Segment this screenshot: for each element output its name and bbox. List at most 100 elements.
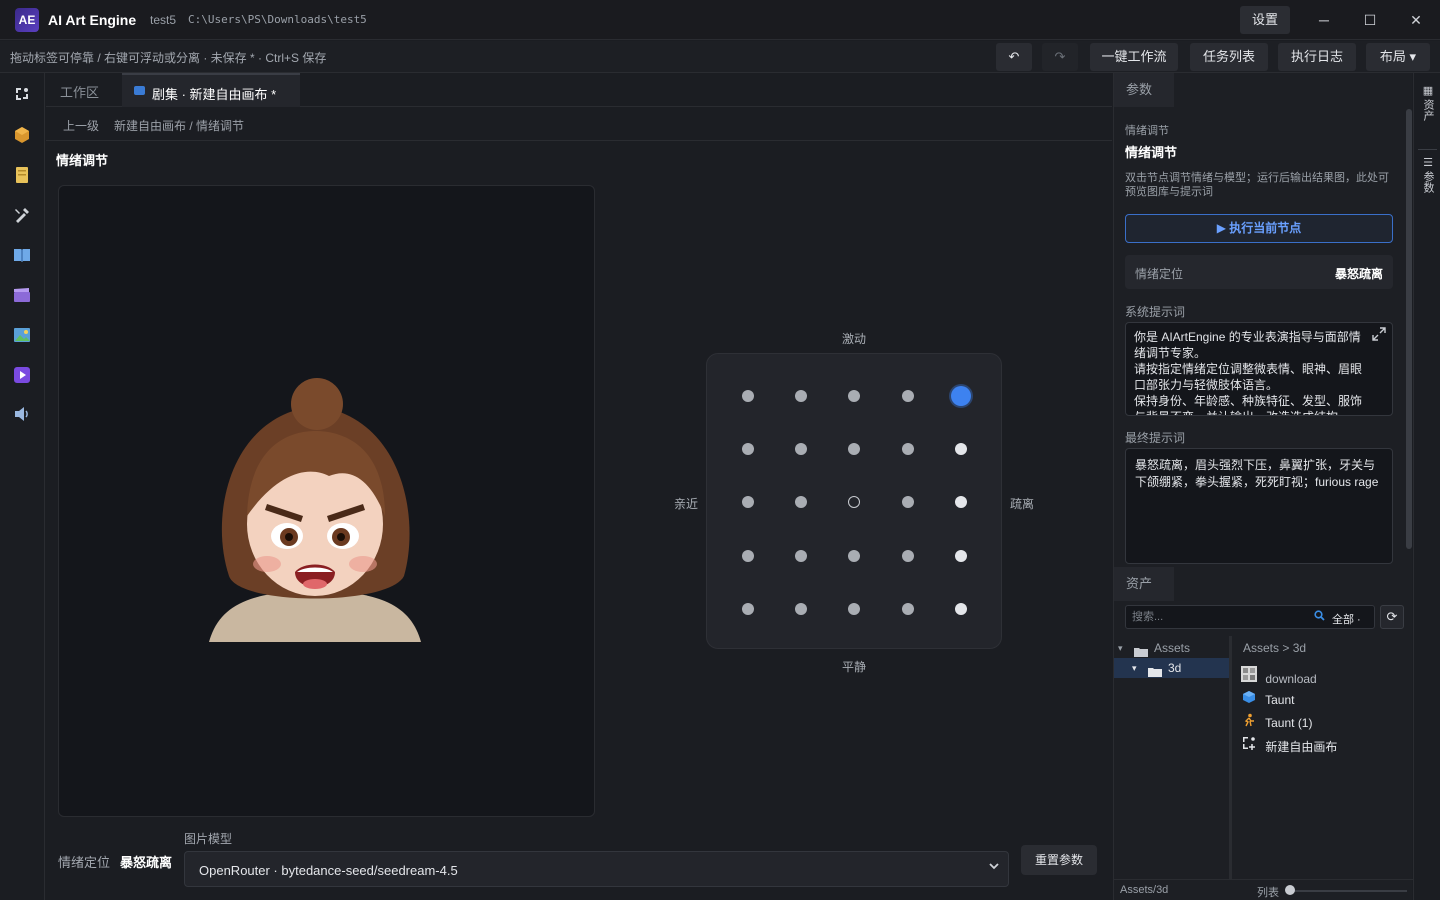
grid-dot[interactable] xyxy=(954,602,967,615)
run-node-button[interactable]: ▶ 执行当前节点 xyxy=(1125,214,1393,243)
package-icon[interactable] xyxy=(10,126,34,150)
final-prompt-label: 最终提示词 xyxy=(1125,431,1186,445)
tab-workspace[interactable]: 工作区 xyxy=(60,82,99,101)
refresh-icon[interactable]: ⟳ xyxy=(1380,605,1404,629)
size-slider-track[interactable] xyxy=(1289,890,1407,892)
title-bar: AE AI Art Engine test5 C:\Users\PS\Downl… xyxy=(0,0,1440,40)
node-description: 双击节点调节情绪与模型；运行后输出结果图，此处可预览图库与提示词 xyxy=(1125,172,1389,198)
grid-dot[interactable] xyxy=(848,549,861,562)
grid-dot[interactable] xyxy=(848,390,861,402)
grid-dot[interactable] xyxy=(848,443,861,456)
settings-button[interactable]: 设置 xyxy=(1240,6,1290,34)
grid-dot[interactable] xyxy=(901,390,914,402)
grid-dot[interactable] xyxy=(742,496,754,509)
params-scrollbar[interactable] xyxy=(1406,109,1412,549)
video-icon[interactable] xyxy=(10,366,34,390)
toolbar: 拖动标签可停靠 / 右键可浮动或分离 · 未保存 * · Ctrl+S 保存 ↶… xyxy=(0,41,1440,73)
emotion-position-row: 情绪定位 暴怒疏离 xyxy=(1125,255,1393,289)
file-item[interactable]: Taunt (1) xyxy=(1240,712,1312,734)
grid-dot[interactable] xyxy=(901,496,914,509)
size-slider-knob[interactable] xyxy=(1285,885,1295,895)
one-click-workflow-button[interactable]: 一键工作流 xyxy=(1090,43,1178,71)
grid-dot[interactable] xyxy=(901,602,914,615)
speaker-icon[interactable] xyxy=(10,406,34,430)
file-item[interactable]: Taunt xyxy=(1240,689,1294,711)
grid-dot[interactable] xyxy=(848,602,861,615)
file-item[interactable]: download xyxy=(1240,665,1317,687)
tree-arrow: ▾ xyxy=(1118,643,1123,653)
search-icon[interactable] xyxy=(1314,610,1325,624)
grid-dot[interactable] xyxy=(954,443,967,456)
book-icon[interactable] xyxy=(10,247,34,271)
image-model-select[interactable]: OpenRouter · bytedance-seed/seedream-4.5 xyxy=(184,851,1009,887)
motion-icon xyxy=(1240,712,1258,734)
emotion-position-row-value: 暴怒疏离 xyxy=(1334,267,1383,281)
redo-button[interactable]: ↷ xyxy=(1042,43,1078,71)
grid-dot-selected[interactable] xyxy=(950,386,971,406)
rail-tab-assets[interactable]: ▦ 资产 xyxy=(1419,85,1437,121)
portrait-image xyxy=(209,378,421,642)
app-name: AI Art Engine xyxy=(48,12,137,28)
final-prompt-textarea[interactable]: 暴怒疏离，眉头强烈下压，鼻翼扩张，牙关与下颌绷紧，拳头握紧，死死盯视；furio… xyxy=(1125,448,1393,564)
grid-dot[interactable] xyxy=(795,390,808,402)
minimize-icon[interactable]: ─ xyxy=(1312,8,1336,32)
clapper-icon[interactable] xyxy=(10,287,34,311)
emotion-grid[interactable] xyxy=(706,353,1002,649)
tab-canvas-label: 剧集 · 新建自由画布 * xyxy=(152,87,277,102)
grid-dot-center[interactable] xyxy=(848,496,861,509)
asset-filter-select[interactable]: 全部 · xyxy=(1332,611,1361,627)
emotion-position-row-label: 情绪定位 xyxy=(1135,267,1184,281)
node-title: 情绪调节 xyxy=(1125,145,1178,160)
tools-icon[interactable] xyxy=(10,206,34,230)
system-prompt-textarea[interactable]: 你是 AIArtEngine 的专业表演指导与面部情绪调节专家。 请按指定情绪定… xyxy=(1125,322,1393,416)
task-list-button[interactable]: 任务列表 xyxy=(1190,43,1268,71)
grid-dot[interactable] xyxy=(742,443,754,456)
grid-dot[interactable] xyxy=(795,443,808,456)
tab-canvas[interactable]: 剧集 · 新建自由画布 * xyxy=(122,73,300,107)
asset-search-input[interactable] xyxy=(1132,609,1312,625)
node-type-label: 情绪调节 xyxy=(1125,125,1169,137)
tree-item-label: Assets xyxy=(1154,641,1191,655)
grid-dot[interactable] xyxy=(795,496,808,509)
far-right-rail: ▦ 资产 ☰ 参数 xyxy=(1413,73,1440,900)
tree-item-assets[interactable]: ▾ Assets xyxy=(1114,638,1229,658)
rail-tab-params[interactable]: ☰ 参数 xyxy=(1419,157,1437,193)
tree-item-3d[interactable]: ▾ 3d xyxy=(1114,658,1229,678)
image-icon xyxy=(1240,665,1258,690)
layout-button[interactable]: 布局 ▾ xyxy=(1366,43,1430,71)
notebook-icon[interactable] xyxy=(10,166,34,190)
file-name: Taunt (1) xyxy=(1265,716,1313,730)
undo-button[interactable]: ↶ xyxy=(996,43,1032,71)
grid-dot[interactable] xyxy=(901,549,914,562)
grid-dot[interactable] xyxy=(901,443,914,456)
cube-icon xyxy=(1240,689,1258,711)
grid-dot[interactable] xyxy=(742,390,754,402)
grid-dot[interactable] xyxy=(742,549,754,562)
rail-tab-assets-label: 资产 xyxy=(1422,99,1434,121)
file-list-breadcrumb: Assets > 3d xyxy=(1243,641,1307,655)
breadcrumb-up-button[interactable]: 上一级 xyxy=(63,117,99,134)
image-model-value: OpenRouter · bytedance-seed/seedream-4.5 xyxy=(199,863,458,878)
grid-dot[interactable] xyxy=(954,496,967,509)
tab-assets[interactable]: 资产 xyxy=(1114,567,1174,601)
close-icon[interactable]: ✕ xyxy=(1404,8,1428,32)
project-path: C:\Users\PS\Downloads\test5 xyxy=(188,13,367,26)
grid-dot[interactable] xyxy=(795,549,808,562)
tab-params[interactable]: 参数 xyxy=(1114,73,1174,107)
image-icon[interactable] xyxy=(10,327,34,351)
breadcrumb-path[interactable]: 新建自由画布 / 情绪调节 xyxy=(114,117,244,134)
file-item[interactable]: 新建自由画布 xyxy=(1240,735,1337,757)
grid-dot[interactable] xyxy=(954,549,967,562)
maximize-icon[interactable]: ☐ xyxy=(1358,8,1382,32)
grid-dot[interactable] xyxy=(742,602,754,615)
expand-icon[interactable] xyxy=(1372,327,1386,344)
rail-tab-params-label: 参数 xyxy=(1422,171,1434,193)
file-name: Taunt xyxy=(1265,693,1295,707)
reset-params-button[interactable]: 重置参数 xyxy=(1021,845,1097,875)
file-name: download xyxy=(1265,672,1317,686)
grid-dot[interactable] xyxy=(795,602,808,615)
exec-log-button[interactable]: 执行日志 xyxy=(1278,43,1356,71)
workflow-icon[interactable] xyxy=(10,85,34,109)
image-model-label: 图片模型 xyxy=(184,832,233,846)
asset-status-path: Assets/3d xyxy=(1120,884,1169,896)
